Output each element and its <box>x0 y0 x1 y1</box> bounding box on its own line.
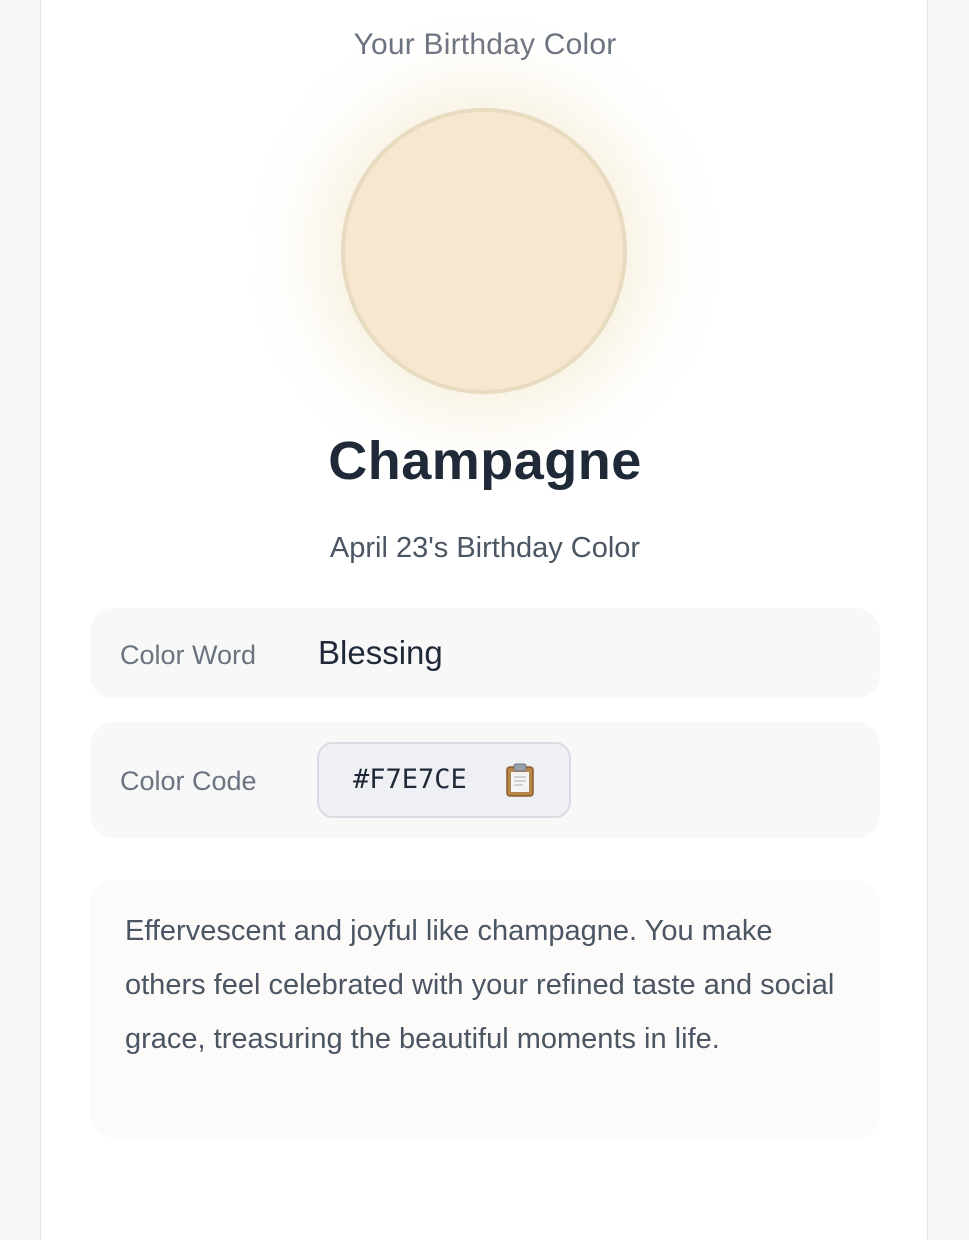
color-word-row: Color Word Blessing <box>90 608 880 698</box>
color-word-label: Color Word <box>120 640 257 670</box>
color-code-label: Color Code <box>120 766 257 796</box>
color-date-subtitle: April 23's Birthday Color <box>329 532 641 564</box>
color-swatch <box>341 108 627 394</box>
copy-color-code-button[interactable]: #F7E7CE <box>317 742 571 818</box>
birthday-color-card: Your Birthday Color Champagne April 23's… <box>40 0 928 1240</box>
description-box: Effervescent and joyful like champagne. … <box>90 880 880 1138</box>
description-text: Effervescent and joyful like champagne. … <box>125 915 835 1055</box>
color-word-value: Blessing <box>318 634 443 671</box>
color-code-row: Color Code #F7E7CE <box>90 722 880 838</box>
color-name-heading: Champagne <box>328 431 642 491</box>
clipboard-icon <box>505 762 535 798</box>
section-eyebrow: Your Birthday Color <box>353 28 617 61</box>
color-code-value: #F7E7CE <box>353 764 467 795</box>
